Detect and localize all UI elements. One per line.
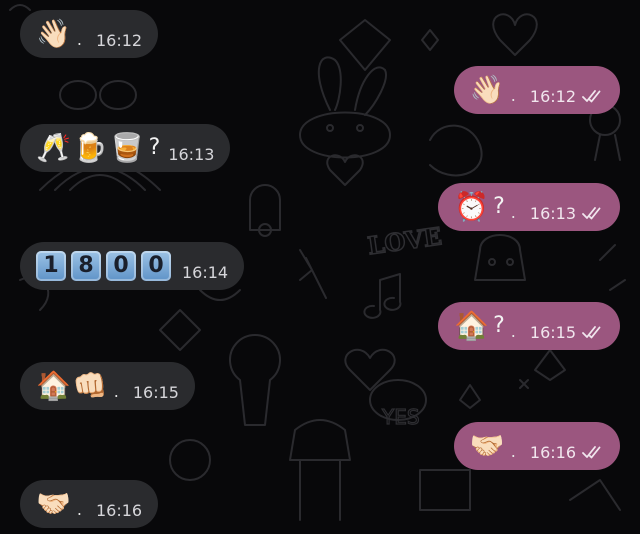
separator-dot: . [510,442,516,461]
message-timestamp: 16:12 [95,30,143,50]
message-content: 🥂 🍺 🥃? [36,124,160,172]
svg-text:YES: YES [381,405,420,429]
emoji: 🥃 [109,131,145,164]
separator-dot: . [76,500,82,519]
double-check-icon [582,206,604,220]
digit-keycap-emoji: 0 [106,251,136,281]
emoji: 🤝🏻 [469,429,505,462]
svg-text:LOVE: LOVE [366,221,444,260]
message-content: 👋🏻. [470,66,522,114]
digit-keycap-emoji: 0 [141,251,171,281]
incoming-message-bubble[interactable]: 1 8 0 0 16:14 [20,242,245,290]
incoming-message-bubble[interactable]: 👋🏻. 16:12 [20,10,159,58]
emoji: 👋🏻 [36,17,71,50]
outgoing-message-bubble[interactable]: ⏰?. 16:13 [438,183,620,231]
emoji: 🍺 [72,131,108,164]
emoji: 👊🏻 [72,369,108,402]
incoming-message-bubble[interactable]: 🥂 🍺 🥃? 16:13 [20,124,231,172]
digit-keycap-emoji: 8 [71,251,101,281]
outgoing-message-bubble[interactable]: 🤝🏻. 16:16 [453,422,620,470]
message-timestamp: 16:13 [168,144,215,164]
message-content: 🏠?. [454,302,522,350]
message-timestamp: 16:16 [529,442,576,462]
message-content: 1800 [36,251,174,281]
outgoing-message-bubble[interactable]: 🏠?. 16:15 [438,302,620,350]
message-content: 🤝🏻. [36,480,88,528]
incoming-message-bubble[interactable]: 🤝🏻. 16:16 [20,480,159,528]
separator-dot: . [510,322,516,341]
message-timestamp: 16:16 [95,500,143,520]
message-timestamp: 16:14 [182,262,229,282]
emoji: ⏰ [454,190,490,223]
outgoing-message-bubble[interactable]: 👋🏻. 16:12 [453,66,620,114]
emoji: 🏠 [454,309,490,342]
emoji: 🥂 [36,131,71,164]
message-timestamp: 16:15 [529,322,576,342]
message-content: 🤝🏻. [470,422,522,470]
separator-dot: . [76,30,82,49]
separator-dot: . [113,382,119,401]
separator-dot: . [510,203,516,222]
emoji: 👋🏻 [469,73,505,106]
message-text: ? [493,194,505,219]
double-check-icon [582,325,604,339]
message-text: ? [148,135,161,160]
message-content: 🏠 👊🏻. [36,362,125,410]
digit-keycap-emoji: 1 [36,251,66,281]
separator-dot: . [510,86,516,105]
emoji: 🏠 [36,369,71,402]
message-timestamp: 16:13 [529,203,576,223]
double-check-icon [582,445,604,459]
incoming-message-bubble[interactable]: 🏠 👊🏻. 16:15 [20,362,195,410]
emoji: 🤝🏻 [36,487,71,520]
message-content: 👋🏻. [36,10,88,58]
message-timestamp: 16:12 [529,86,576,106]
message-timestamp: 16:15 [132,382,179,402]
message-content: ⏰?. [454,183,522,231]
double-check-icon [582,89,604,103]
message-text: ? [493,313,505,338]
